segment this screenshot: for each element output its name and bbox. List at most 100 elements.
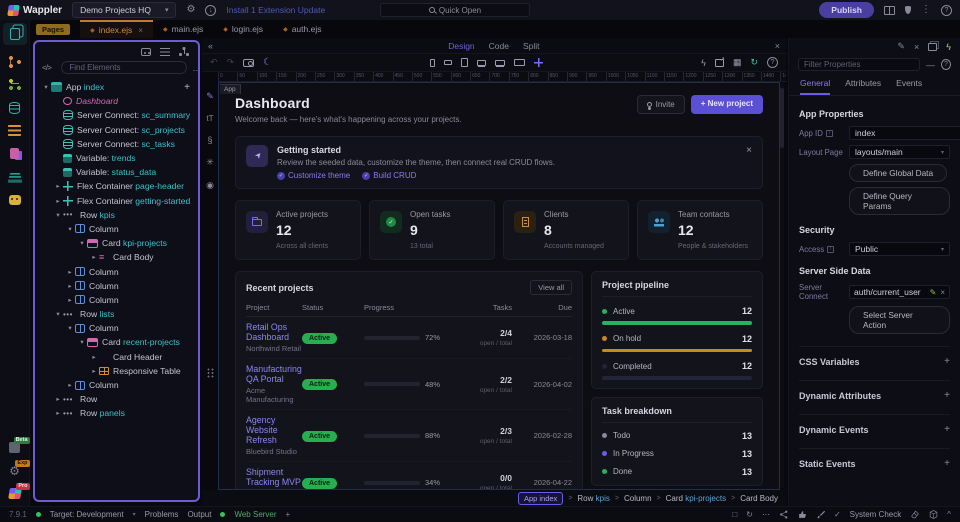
close-tab-icon[interactable]: × [138,26,143,35]
rail-pro[interactable]: Pro [8,487,22,500]
close-panel-icon[interactable]: × [775,41,780,51]
tree-item-card-header[interactable]: ▸ Card Header [37,350,196,364]
rail-ai-bot[interactable] [8,193,22,206]
invite-button[interactable]: Invite [637,95,685,114]
find-elements-input[interactable] [61,61,187,74]
tree-item-sc-summary[interactable]: Server Connect: sc_summary [37,108,196,122]
add-target-icon[interactable]: + [286,510,291,519]
stack-icon[interactable] [928,43,937,51]
tree-item-app[interactable]: ▾ App index + [37,80,196,94]
chevron-right-icon[interactable]: ▸ [65,296,75,304]
rail-pages-active[interactable] [3,23,27,45]
ellipsis-icon[interactable]: ⋯ [762,510,770,519]
tree-item-column[interactable]: ▾ Column [37,321,196,335]
filter-properties-input[interactable] [798,58,920,71]
chevron-right-icon[interactable]: ▸ [53,395,63,403]
breadcrumb-item[interactable]: Card Body [740,494,778,503]
rail-database[interactable] [8,101,22,114]
rail-settings[interactable]: ⚙ Exp [8,464,22,477]
tab-general[interactable]: General [800,78,830,95]
canvas-scrollbar[interactable] [780,84,784,488]
tree-item-sc-projects[interactable]: Server Connect: sc_projects [37,123,196,137]
output-button[interactable]: Output [187,510,211,519]
tab-index-ejs[interactable]: ◆ index.ejs × [80,20,153,38]
tree-item-row[interactable]: ▸ Row [37,392,196,406]
laptop-viewport-icon[interactable] [477,60,486,66]
frame-icon[interactable]: □ [732,510,737,519]
kebab-menu-icon[interactable]: ⋮ [921,5,931,15]
chevron-down-icon[interactable]: ▾ [65,324,75,332]
layout-page-select[interactable]: layouts/main▾ [849,145,950,159]
section-css-variables[interactable]: CSS Variables+ [799,346,950,376]
share-nodes-icon[interactable] [779,510,789,519]
package-icon[interactable] [929,510,938,519]
share-icon[interactable] [715,59,724,67]
add-element-button[interactable]: + [184,82,190,93]
help-icon[interactable]: ? [941,59,951,70]
target-selector[interactable]: Target: Development [50,510,124,519]
tab-attributes[interactable]: Attributes [845,78,881,95]
edit-tool-icon[interactable]: ✎ [206,91,214,102]
tree-item-var-status-data[interactable]: Variable: status_data [37,165,196,179]
brush-icon[interactable] [816,510,825,519]
chevron-right-icon[interactable]: ▸ [89,253,99,261]
rail-workflows[interactable] [8,78,22,91]
section-static-events[interactable]: Static Events+ [799,448,950,478]
pages-badge[interactable]: Pages [36,24,70,35]
eraser-icon[interactable] [910,510,920,519]
chevron-down-icon[interactable]: ▾ [41,83,51,91]
section-dynamic-attributes[interactable]: Dynamic Attributes+ [799,380,950,410]
tree-item-row-panels[interactable]: ▸ Row panels [37,406,196,420]
collapse-icon[interactable]: — [926,60,935,70]
tab-auth-ejs[interactable]: ◆ auth.ejs [273,20,331,38]
breadcrumb-item[interactable]: Card kpi-projects [666,494,726,503]
rail-extensions[interactable]: Beta [8,441,22,454]
project-link[interactable]: Manufacturing QA Portal [246,364,302,384]
project-selector[interactable]: Demo Projects HQ ▾ [72,2,176,18]
install-update-icon[interactable]: ↓ [205,5,216,16]
chevron-right-icon[interactable]: ▸ [65,381,75,389]
theme-droplet-icon[interactable] [905,6,911,14]
desktop-viewport-icon[interactable] [495,60,505,66]
rail-layers[interactable] [8,170,22,183]
tree-item-card-kpi-projects[interactable]: ▾ Card kpi-projects [37,236,196,250]
tree-item-row-lists[interactable]: ▾ Row lists [37,307,196,321]
extension-update-link[interactable]: Install 1 Extension Update [226,5,325,15]
move-tool-icon[interactable] [534,58,543,67]
ai-assistant-icon[interactable] [141,48,151,56]
help-icon[interactable]: ? [941,5,952,16]
refresh-icon[interactable]: ↻ [750,57,758,68]
chevron-down-icon[interactable]: ▾ [77,239,87,247]
thumbs-up-icon[interactable] [798,510,807,519]
quick-open-search[interactable]: Quick Open [380,3,530,17]
anchor-tool-icon[interactable]: § [207,135,212,145]
reload-icon[interactable]: ↻ [746,510,753,519]
tree-item-column[interactable]: ▸ Column [37,378,196,392]
wand-tool-icon[interactable]: ✳ [206,157,214,168]
phone-viewport-icon[interactable] [430,59,435,67]
screenshot-icon[interactable] [243,59,254,67]
system-check-label[interactable]: System Check [850,510,902,519]
section-dynamic-events[interactable]: Dynamic Events+ [799,414,950,444]
drag-handle-icon[interactable] [207,368,214,378]
dark-mode-icon[interactable]: ☾ [263,57,272,68]
tree-item-card-recent-projects[interactable]: ▾ Card recent-projects [37,335,196,349]
app-id-field[interactable] [849,126,960,140]
define-global-data-button[interactable]: Define Global Data [849,164,947,182]
lightning-icon[interactable]: ϟ [701,58,706,68]
tab-split[interactable]: Split [523,41,540,51]
components-grid-icon[interactable]: ▦ [733,57,742,68]
tree-item-dashboard[interactable]: Dashboard [37,94,196,108]
tree-item-column[interactable]: ▸ Column [37,264,196,278]
tree-item-column[interactable]: ▾ Column [37,222,196,236]
phone-landscape-viewport-icon[interactable] [444,60,452,65]
chevron-right-icon[interactable]: ▸ [65,268,75,276]
tab-code[interactable]: Code [489,41,509,51]
help-icon[interactable]: ? [767,57,778,68]
detach-icon[interactable]: × [914,42,919,52]
table-row[interactable]: Shipment Tracking MVPOrbit Logistics Act… [246,462,572,490]
chevron-right-icon[interactable]: ▸ [89,367,99,375]
edit-icon[interactable]: ✎ [897,41,905,52]
undo-icon[interactable]: ↶ [210,57,218,68]
tree-item-flex-page-header[interactable]: ▸ Flex Container page-header [37,179,196,193]
